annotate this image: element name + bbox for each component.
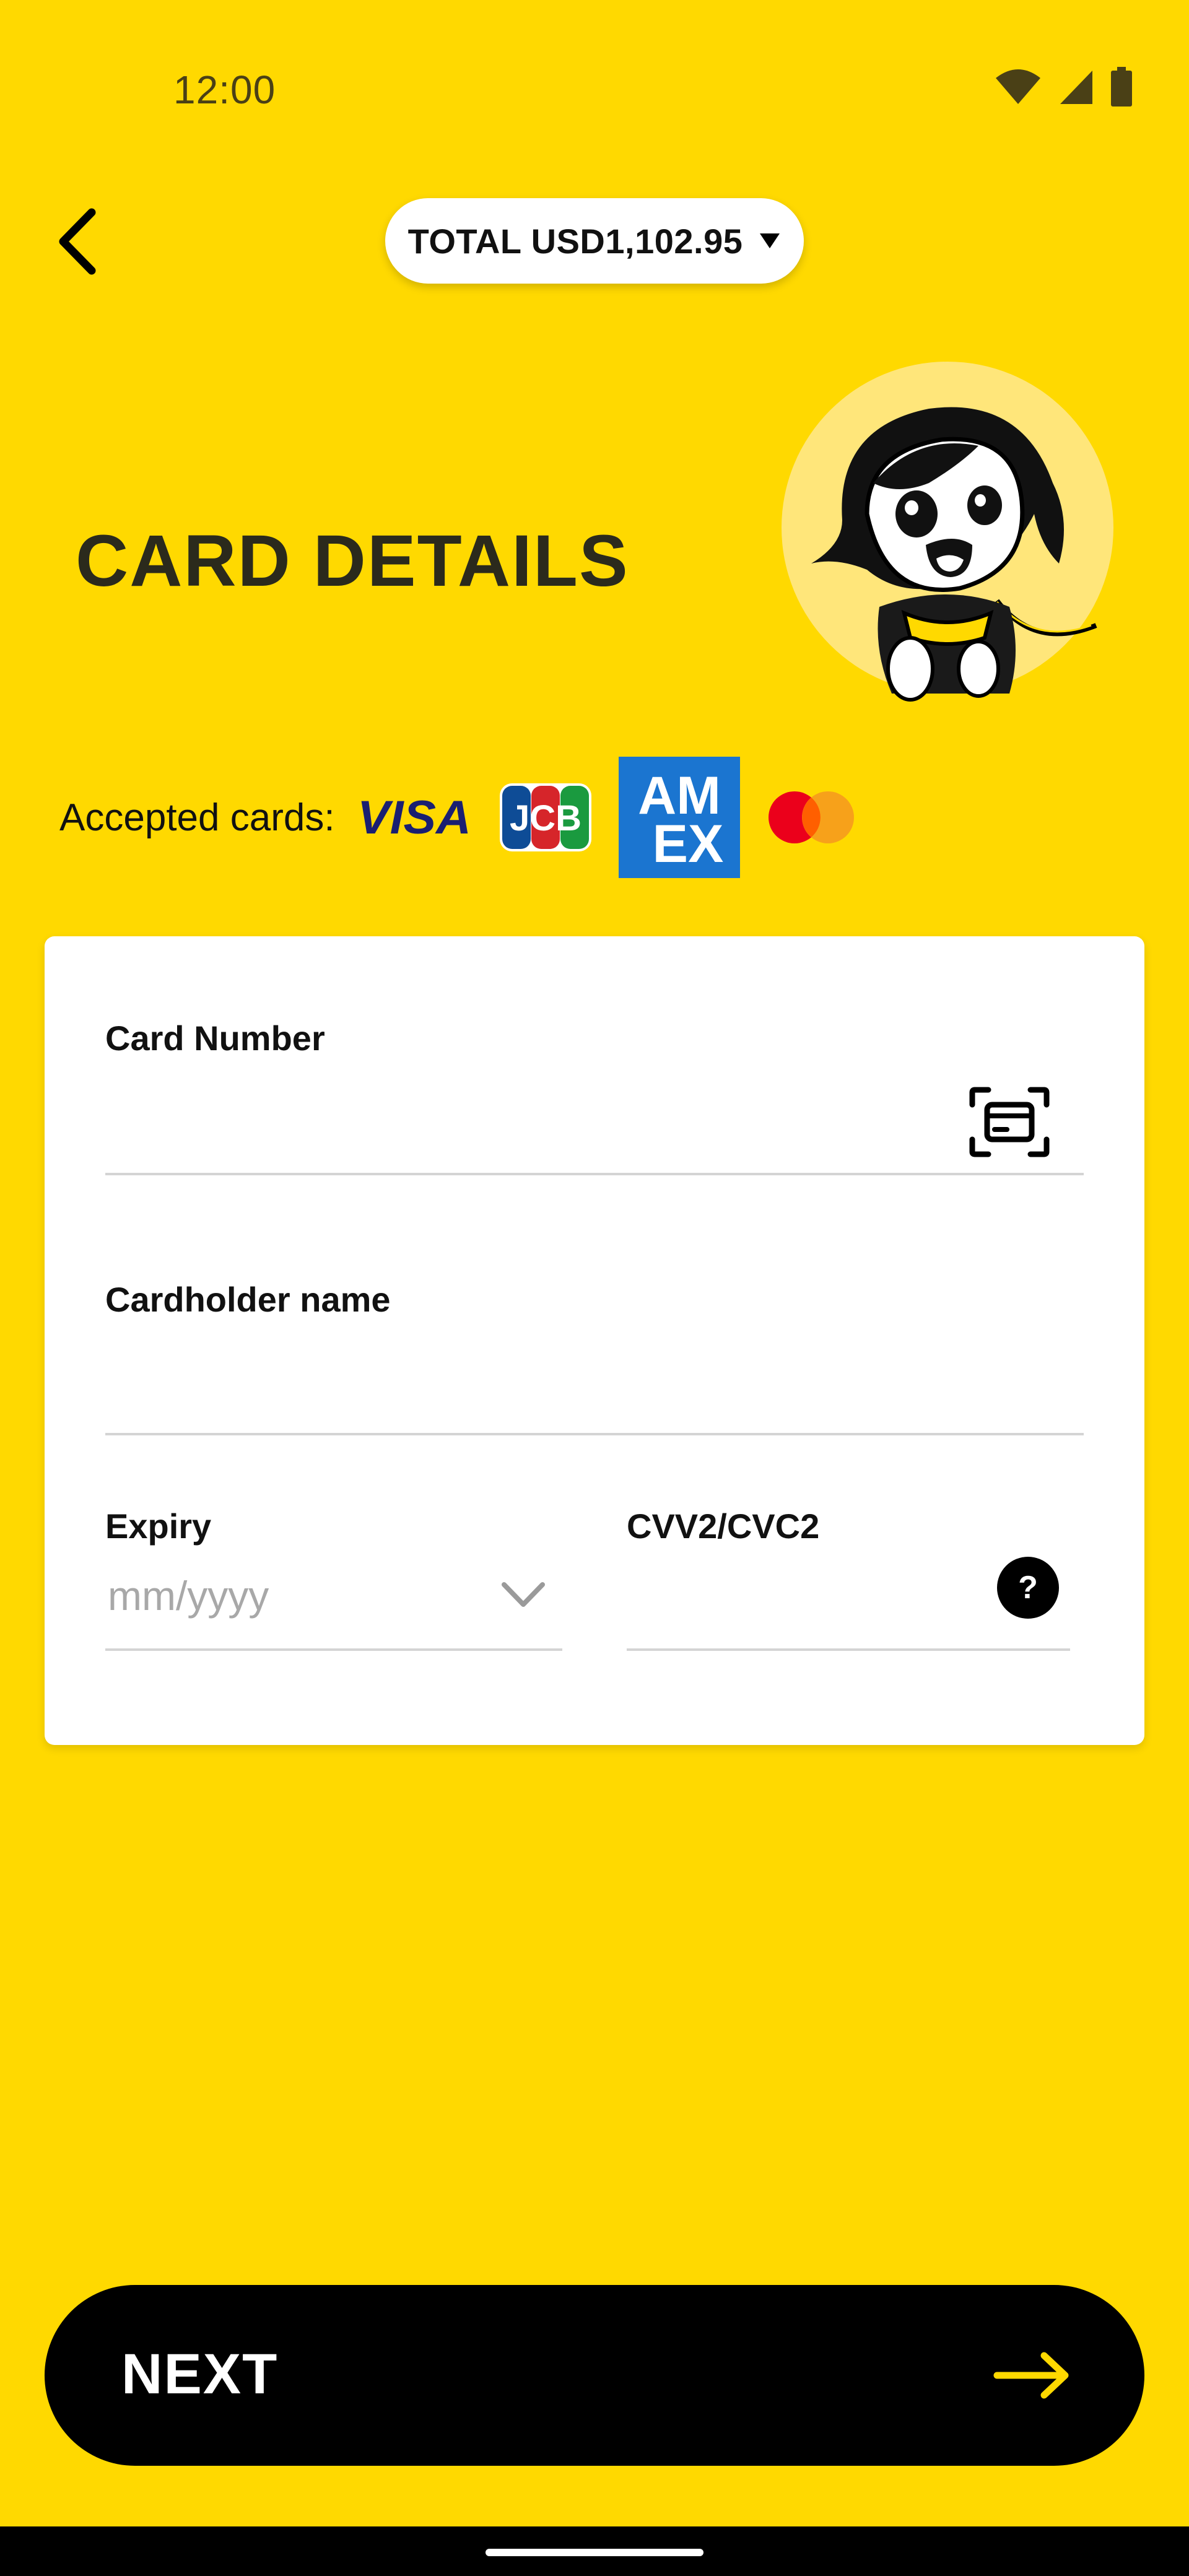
expiry-input[interactable] <box>108 1568 467 1624</box>
status-time: 12:00 <box>173 67 276 112</box>
expiry-label: Expiry <box>105 1507 212 1546</box>
mastercard-logo <box>766 786 856 848</box>
visa-logo: VISA <box>357 793 473 842</box>
next-button-label: NEXT <box>121 2343 279 2406</box>
total-label: TOTAL USD1,102.95 <box>407 221 743 261</box>
arrow-right-icon <box>993 2352 1069 2399</box>
cardholder-name-label: Cardholder name <box>105 1280 391 1319</box>
card-number-underline <box>105 1173 1084 1175</box>
amex-logo: AM EX <box>618 757 740 878</box>
svg-text:JCB: JCB <box>510 798 581 838</box>
card-number-input[interactable] <box>105 1090 947 1146</box>
expiry-underline <box>105 1648 562 1651</box>
wifi-icon <box>996 69 1040 104</box>
home-gesture-handle[interactable] <box>486 2549 703 2556</box>
card-scan-icon <box>969 1087 1050 1157</box>
status-icons <box>995 67 1133 107</box>
accepted-cards: Accepted cards: VISA JCB AM EX <box>59 757 882 878</box>
battery-icon <box>1111 67 1132 107</box>
mascot-illustration <box>782 362 1113 702</box>
scan-card-button[interactable] <box>954 1079 1065 1165</box>
chevron-down-icon <box>502 1582 545 1607</box>
back-button[interactable] <box>43 198 111 285</box>
cardholder-name-underline <box>105 1433 1084 1435</box>
cvv-underline <box>627 1648 1070 1651</box>
svg-text:EX: EX <box>652 814 723 874</box>
expiry-dropdown-button[interactable] <box>489 1567 557 1622</box>
accepted-cards-label: Accepted cards: <box>59 796 335 839</box>
jcb-logo: JCB <box>499 781 593 854</box>
help-icon[interactable]: ? <box>997 1557 1059 1619</box>
cvv-label: CVV2/CVC2 <box>627 1507 820 1546</box>
cvv-input[interactable] <box>627 1570 973 1626</box>
help-icon-glyph: ? <box>1018 1570 1038 1606</box>
caret-down-icon <box>760 233 780 248</box>
chevron-left-icon <box>59 208 96 275</box>
card-number-label: Card Number <box>105 1019 325 1058</box>
page-title: CARD DETAILS <box>76 520 629 602</box>
total-price-dropdown[interactable]: TOTAL USD1,102.95 <box>385 198 804 284</box>
signal-icon <box>1060 71 1092 104</box>
cardholder-name-input[interactable] <box>105 1350 1071 1406</box>
svg-text:VISA: VISA <box>357 793 471 842</box>
